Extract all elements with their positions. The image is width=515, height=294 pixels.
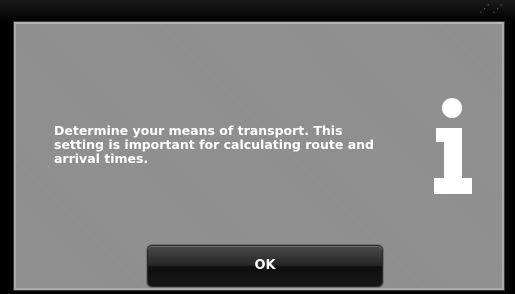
status-icon: ⋰⋰: [479, 2, 505, 15]
ok-button[interactable]: OK: [147, 245, 383, 287]
info-dialog: Determine your means of transport. This …: [14, 22, 504, 290]
dialog-message: Determine your means of transport. This …: [54, 123, 374, 166]
top-bar: ⋰⋰: [0, 0, 515, 22]
device-screen: ⋰⋰ Determine your means of transport. Th…: [0, 0, 515, 294]
info-icon: [434, 98, 472, 194]
